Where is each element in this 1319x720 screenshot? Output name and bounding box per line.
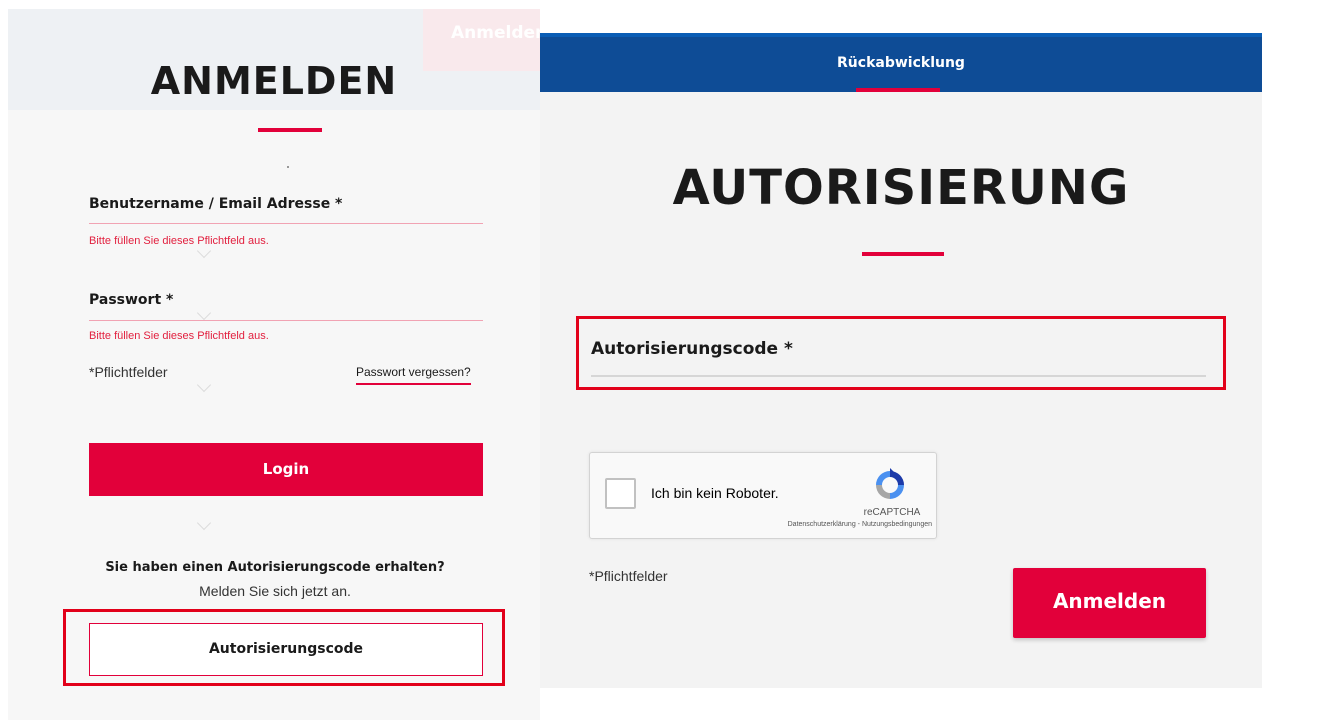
anmelden-submit-button[interactable]: Anmelden — [1013, 568, 1206, 638]
chevron-down-icon — [196, 377, 212, 393]
auth-code-subtext: Melden Sie sich jetzt an. — [199, 583, 351, 599]
forgot-password-link[interactable]: Passwort vergessen? — [356, 365, 471, 385]
chevron-down-icon — [196, 305, 212, 321]
password-input[interactable] — [89, 320, 483, 321]
top-nav-bar: Rückabwicklung — [540, 33, 1262, 92]
recaptcha-label: Ich bin kein Roboter. — [651, 485, 779, 501]
chevron-down-icon — [196, 515, 212, 531]
recaptcha-privacy-links[interactable]: Datenschutzerklärung - Nutzungsbedingung… — [720, 521, 932, 528]
username-error: Bitte füllen Sie dieses Pflichtfeld aus. — [89, 235, 269, 247]
required-note: *Pflichtfelder — [89, 364, 168, 380]
username-input[interactable] — [89, 223, 483, 224]
authorization-code-button[interactable]: Autorisierungscode — [89, 623, 483, 676]
recaptcha-checkbox[interactable] — [605, 478, 636, 509]
authorization-title: AUTORISIERUNG — [672, 160, 1130, 216]
username-label: Benutzername / Email Adresse * — [89, 196, 343, 212]
tab-rueckabwicklung[interactable]: Rückabwicklung — [540, 37, 1262, 89]
auth-code-label: Autorisierungscode * — [591, 339, 793, 359]
required-note: *Pflichtfelder — [589, 568, 668, 584]
decorative-dot — [287, 166, 289, 168]
login-title: ANMELDEN — [150, 59, 398, 103]
active-tab-indicator — [856, 88, 940, 92]
auth-code-question: Sie haben einen Autorisierungscode erhal… — [105, 560, 445, 575]
title-accent-line — [258, 128, 322, 132]
password-error: Bitte füllen Sie dieses Pflichtfeld aus. — [89, 330, 269, 342]
password-label: Passwort * — [89, 292, 174, 308]
login-button[interactable]: Login — [89, 443, 483, 496]
recaptcha-widget: Ich bin kein Roboter. reCAPTCHA Datensch… — [589, 452, 937, 539]
auth-code-input[interactable] — [591, 375, 1206, 377]
recaptcha-logo-icon — [876, 468, 904, 499]
title-accent-line — [862, 252, 944, 256]
recaptcha-brand: reCAPTCHA — [863, 507, 921, 518]
